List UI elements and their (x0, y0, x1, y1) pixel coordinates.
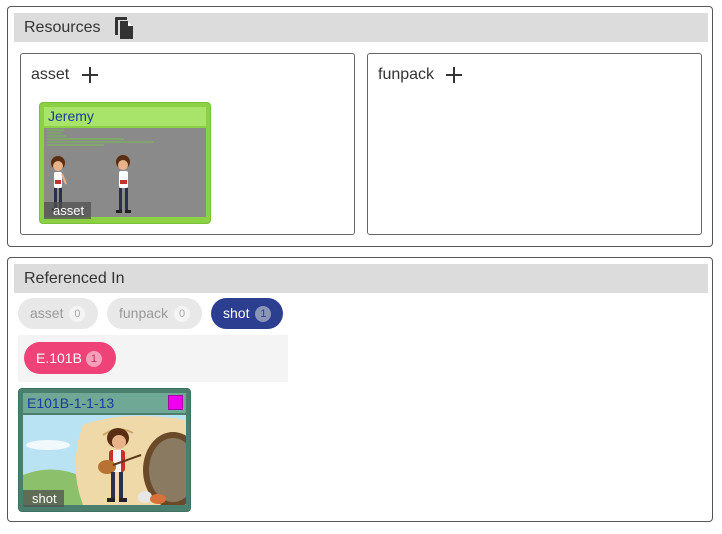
shot-card[interactable]: E101B-1-1-13 shot (18, 388, 191, 512)
shot-card-tag: shot (23, 490, 64, 507)
funpack-group-title: funpack (378, 66, 435, 83)
filter-funpack-count: 0 (174, 306, 191, 322)
resources-title: Resources (24, 19, 101, 36)
episode-filter-pill[interactable]: E.101B 1 (24, 342, 116, 374)
asset-card-tag: asset (44, 202, 92, 219)
resources-panel: Resources asset Jeremy asset funpack (7, 6, 713, 247)
resources-header: Resources (14, 13, 708, 42)
episode-filter-bar: E.101B 1 (18, 335, 288, 382)
referenced-in-header: Referenced In (14, 264, 708, 293)
episode-filter-count: 1 (85, 351, 102, 367)
shot-card-title: E101B-1-1-13 (27, 395, 115, 411)
referenced-in-panel: Referenced In asset 0 funpack 0 shot 1 E.10… (7, 257, 713, 522)
filter-shot-pill[interactable]: shot 1 (211, 298, 283, 329)
shot-card-title-bar: E101B-1-1-13 (23, 393, 186, 413)
filter-shot-count: 1 (255, 306, 272, 322)
filter-asset-count: 0 (69, 306, 86, 322)
asset-card-title: Jeremy (44, 107, 206, 126)
funpack-group: funpack (367, 53, 702, 235)
add-funpack-icon[interactable] (445, 66, 463, 84)
asset-card-jeremy[interactable]: Jeremy asset (39, 102, 211, 224)
copy-icon[interactable] (112, 16, 136, 40)
filter-funpack-label: funpack (119, 305, 169, 321)
filter-asset-label: asset (30, 305, 64, 321)
filter-funpack-pill[interactable]: funpack 0 (107, 298, 202, 329)
referenced-in-title: Referenced In (24, 270, 125, 287)
add-asset-icon[interactable] (81, 66, 99, 84)
asset-group: asset Jeremy asset (20, 53, 355, 235)
filter-asset-pill[interactable]: asset 0 (18, 298, 98, 329)
episode-filter-label: E.101B (36, 350, 82, 366)
filter-shot-label: shot (223, 305, 250, 321)
shot-color-flag (168, 395, 183, 410)
asset-group-title: asset (31, 66, 70, 83)
